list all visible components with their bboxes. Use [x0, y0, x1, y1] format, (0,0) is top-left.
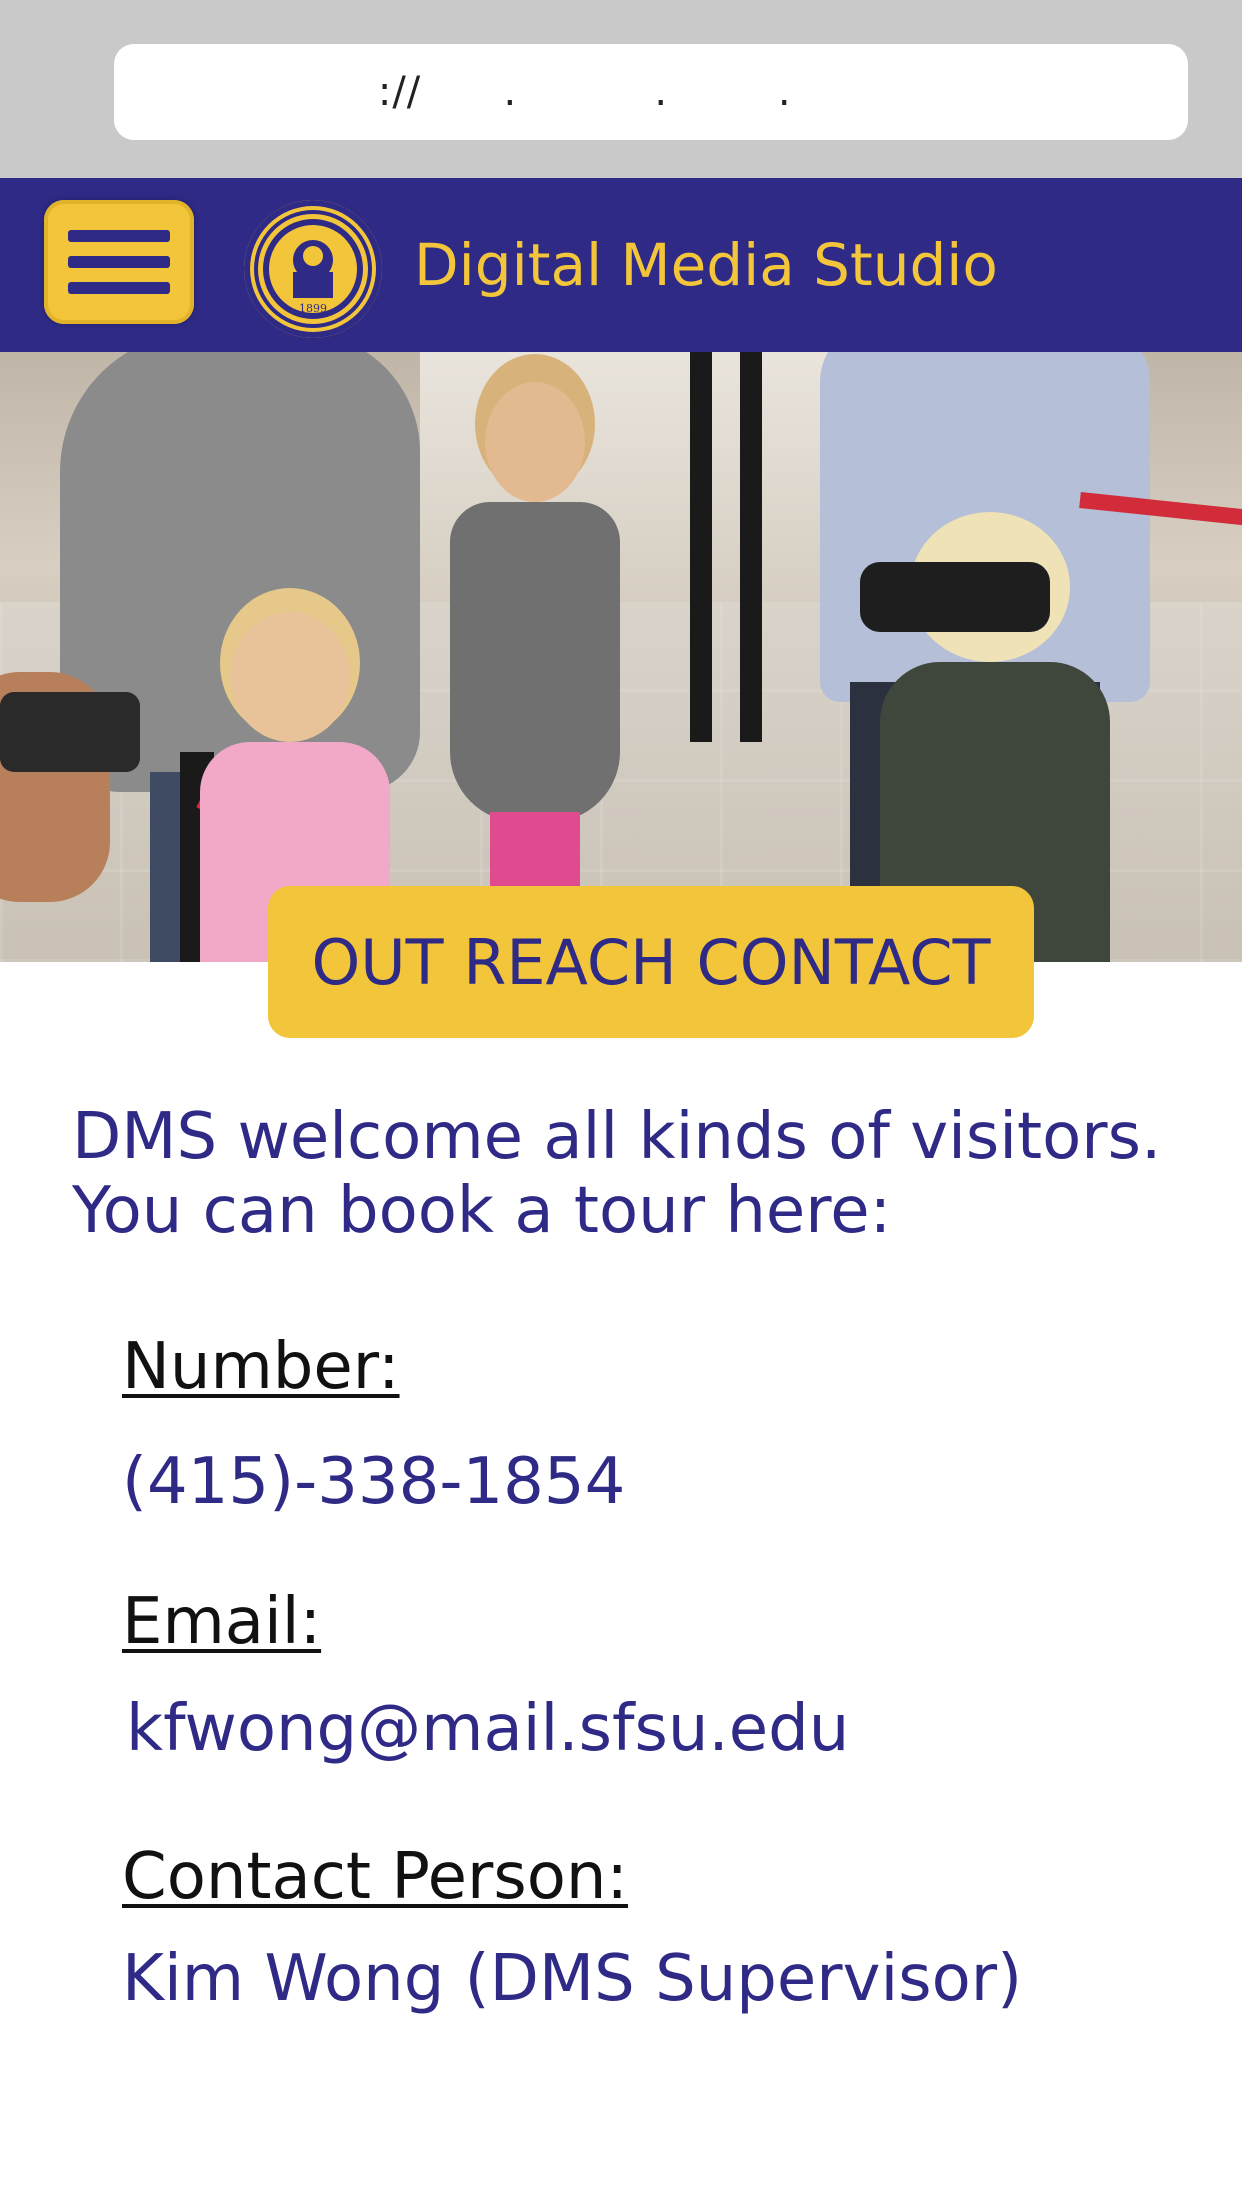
site-header: 1899 Digital Media Studio [0, 178, 1242, 352]
hero-photo [0, 352, 1242, 962]
intro-text: DMS welcome all kinds of visitors. You c… [72, 1100, 1202, 1248]
university-seal-logo[interactable]: 1899 [244, 200, 382, 338]
intro-line: You can book a tour here: [72, 1174, 892, 1248]
site-title[interactable]: Digital Media Studio [414, 178, 998, 352]
menu-button[interactable] [44, 200, 194, 324]
hero-stanchion [690, 352, 712, 742]
svg-text:1899: 1899 [299, 302, 327, 315]
contact-person-label: Contact Person: [122, 1840, 628, 1914]
address-text: :// . . . [350, 69, 792, 115]
address-bar[interactable]: :// . . . [114, 44, 1188, 140]
page: :// . . . 1899 Digital Media Studio OUT … [0, 0, 1242, 2208]
hero-camera [0, 692, 140, 772]
number-label: Number: [122, 1330, 400, 1404]
hero-stanchion [740, 352, 762, 742]
browser-chrome: :// . . . [0, 0, 1242, 178]
seal-icon: 1899 [263, 219, 363, 319]
email-link[interactable]: kfwong@mail.sfsu.edu [126, 1692, 849, 1766]
outreach-contact-banner: OUT REACH CONTACT [268, 886, 1034, 1038]
hero-girl-middle [430, 382, 630, 962]
email-label: Email: [122, 1585, 322, 1659]
vr-headset [860, 562, 1050, 632]
intro-line: DMS welcome all kinds of visitors. [72, 1100, 1162, 1174]
phone-number-link[interactable]: (415)-338-1854 [122, 1445, 625, 1519]
contact-person-value: Kim Wong (DMS Supervisor) [122, 1942, 1023, 2016]
